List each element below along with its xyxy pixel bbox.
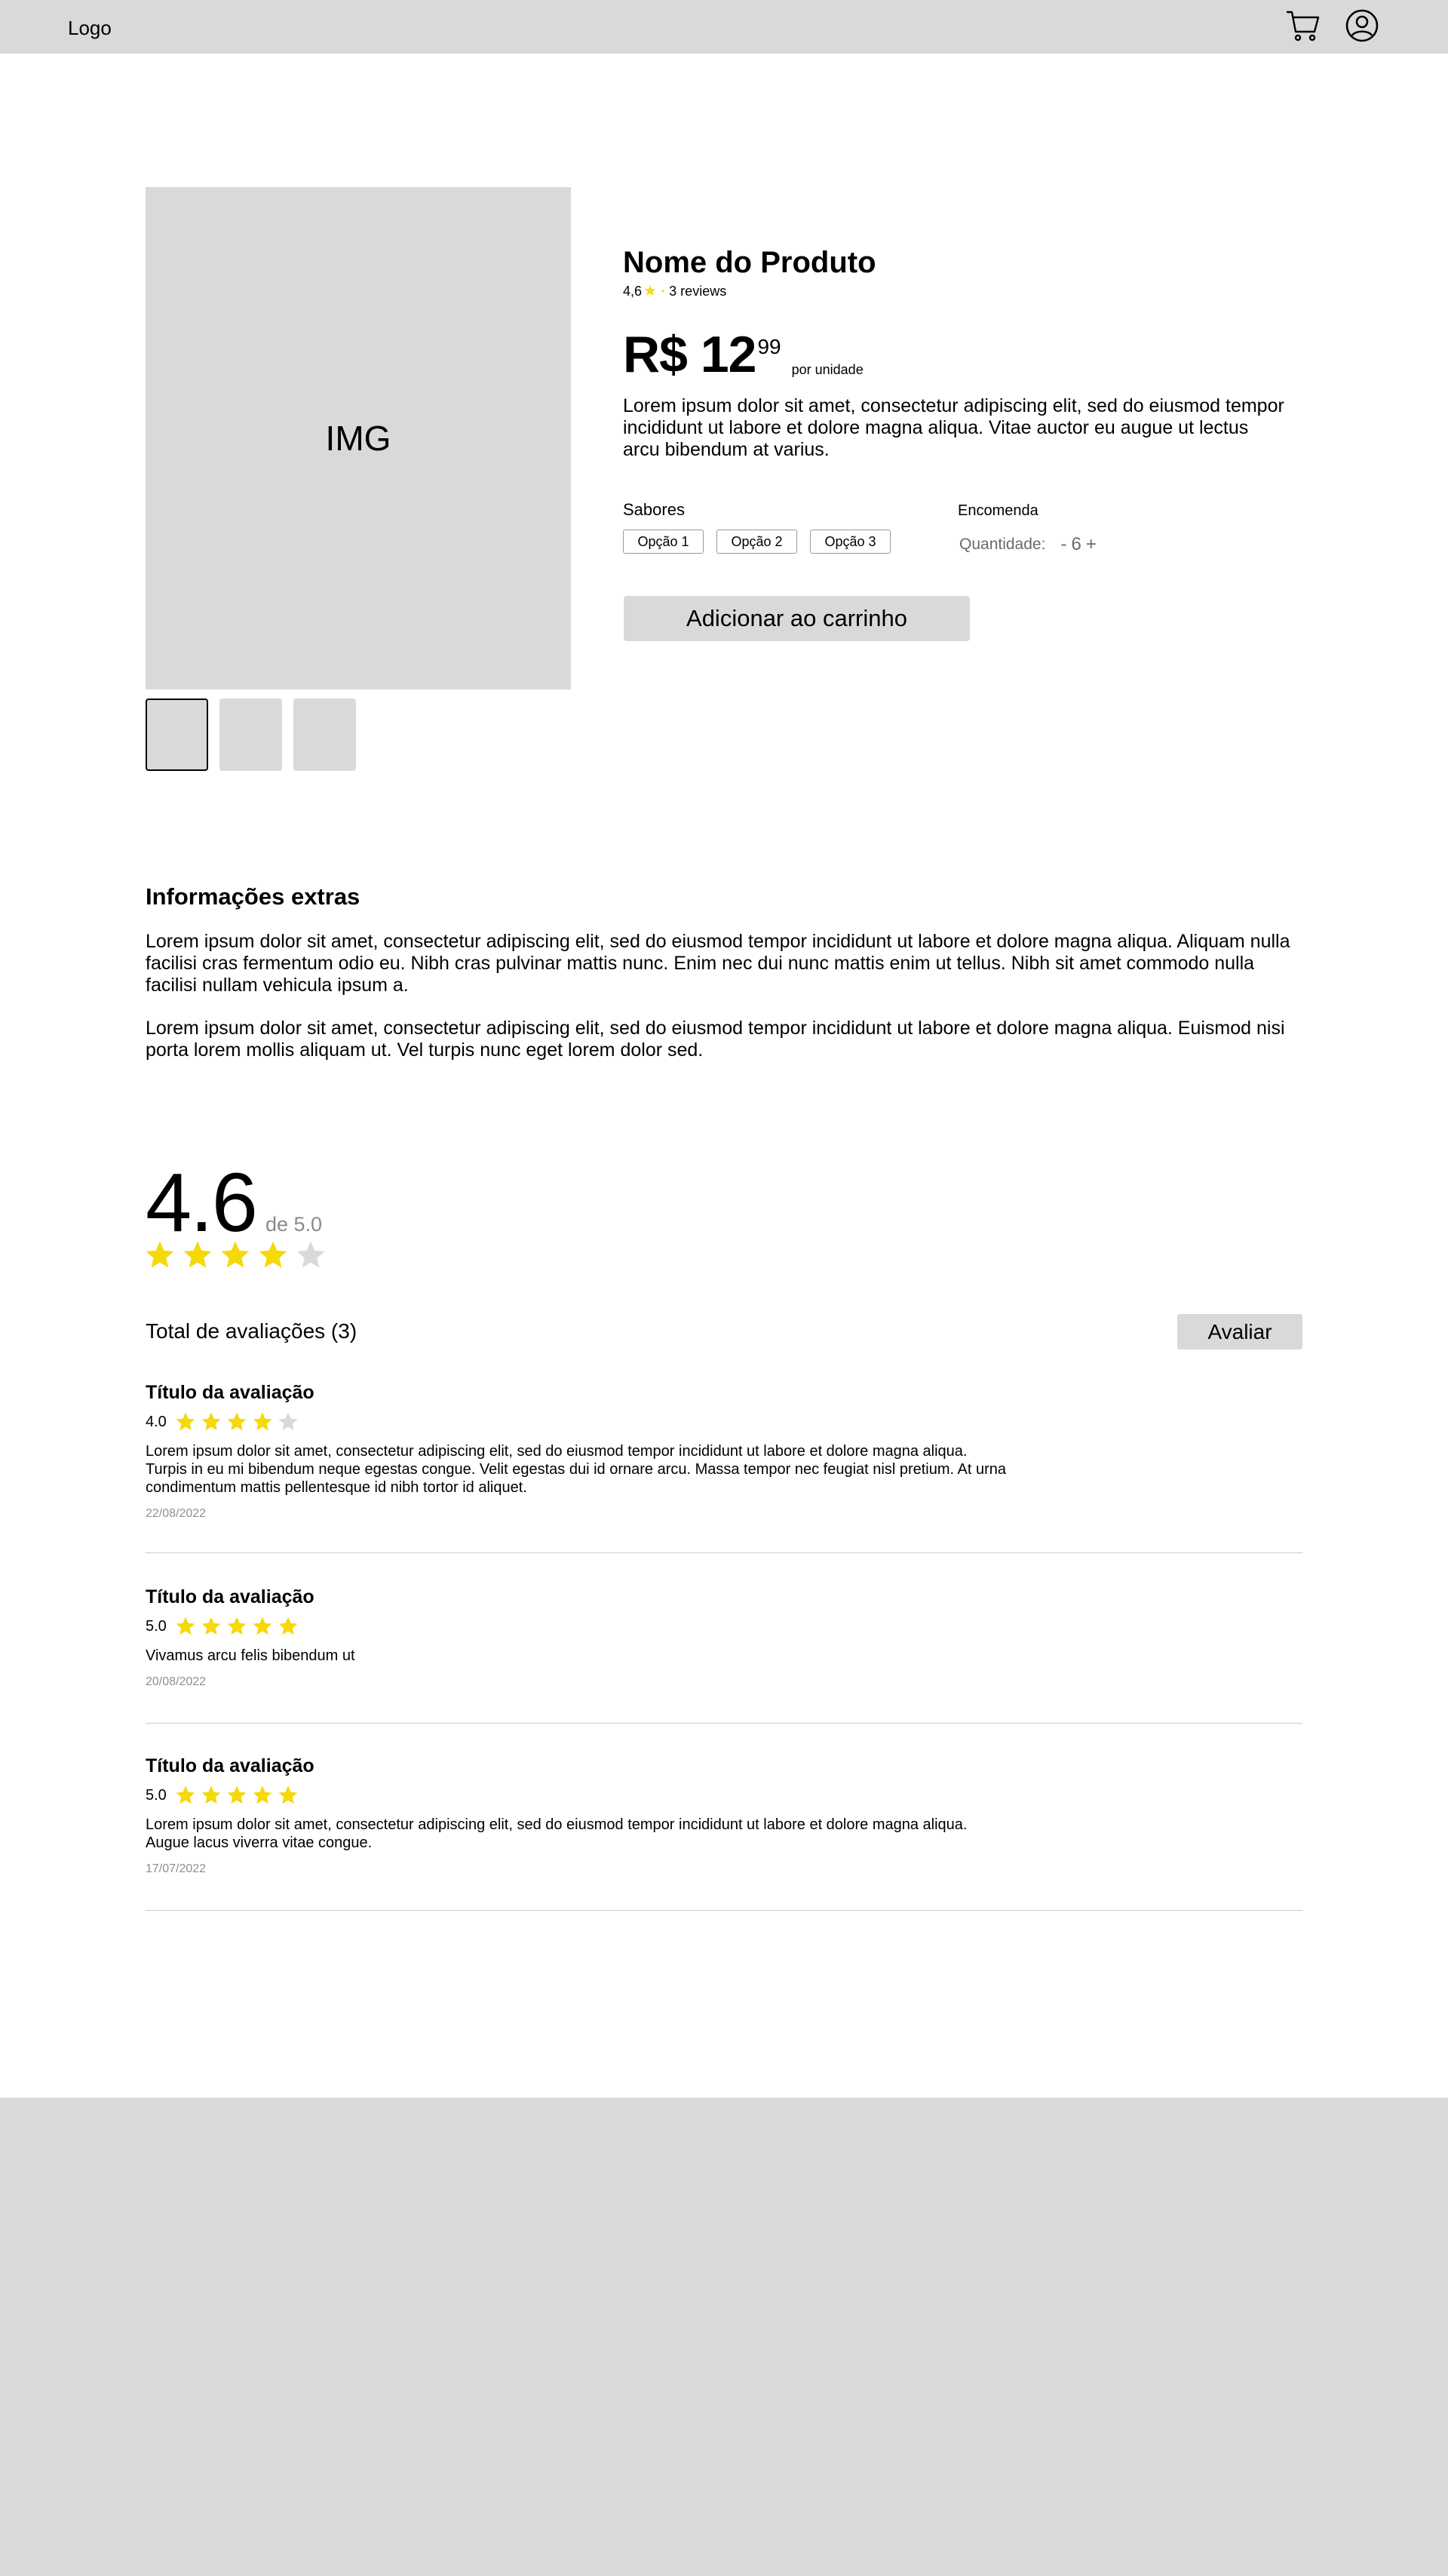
user-circle-icon[interactable] [1344,8,1380,44]
review-rating: 5.0 [146,1784,1302,1807]
star-filled-icon [183,1241,212,1268]
star-filled-icon [278,1617,298,1635]
star-filled-icon [201,1412,221,1431]
price-unit: por unidade [791,362,864,377]
review-text: Lorem ipsum dolor sit amet, consectetur … [146,1443,1007,1496]
product-thumbnail[interactable] [293,698,356,771]
shopping-cart-icon[interactable] [1285,8,1321,44]
review-stars [174,1411,302,1433]
review-item: Título da avaliação 4.0 Lorem ipsum dolo… [146,1380,1302,1522]
star-filled-icon [253,1785,272,1804]
star-filled-icon [253,1617,272,1635]
average-rating: 4.6 [146,1156,258,1249]
review-title: Título da avaliação [146,1755,314,1776]
review-date: 17/07/2022 [146,1862,207,1875]
separator-dot: • [661,286,665,296]
review-score: 4.0 [146,1414,167,1430]
product-rating-summary[interactable]: 4,6 ★ • 3 reviews [623,282,726,300]
product-rating-value: 4,6 [623,284,643,299]
quantity-value[interactable]: 6 [1071,534,1081,555]
quantity-label: Quantidade: [959,536,1046,553]
order-label: Encomenda [958,502,1038,519]
review-text: Vivamus arcu felis bibendum ut [146,1647,355,1664]
star-filled-icon [201,1617,221,1635]
product-title: Nome do Produto [623,246,876,279]
review-stars [174,1784,302,1807]
star-empty-icon [278,1412,298,1431]
average-rating-stars [143,1239,332,1272]
flavor-option-3[interactable]: Opção 3 [810,530,891,554]
quantity-stepper: Quantidade: - 6 + [959,534,1101,555]
price-cents: 99 [757,335,781,358]
star-filled-icon [227,1785,247,1804]
star-filled-icon [253,1412,272,1431]
extra-info-title: Informações extras [146,883,360,910]
star-empty-icon [296,1241,325,1268]
site-footer [0,2098,1448,2576]
image-placeholder-label: IMG [325,419,391,458]
extra-info-paragraph: Lorem ipsum dolor sit amet, consectetur … [146,931,1290,996]
review-date: 20/08/2022 [146,1675,207,1688]
extra-info-paragraph: Lorem ipsum dolor sit amet, consectetur … [146,1018,1285,1061]
review-stars [174,1615,302,1638]
star-filled-icon [278,1785,298,1804]
quantity-increase-button[interactable]: + [1086,534,1097,555]
review-text: Lorem ipsum dolor sit amet, consectetur … [146,1816,968,1851]
star-filled-icon [201,1785,221,1804]
total-reviews-label: Total de avaliações (3) [146,1319,357,1343]
rate-button[interactable]: Avaliar [1177,1314,1302,1349]
star-filled-icon [146,1241,174,1268]
product-description: Lorem ipsum dolor sit amet, consectetur … [623,395,1284,460]
review-rating: 5.0 [146,1615,1302,1638]
review-divider [146,1552,1302,1553]
price-main: R$ 12 [623,326,756,383]
review-title: Título da avaliação [146,1586,314,1607]
quantity-decrease-button[interactable]: - [1060,534,1066,555]
star-filled-icon [259,1241,287,1268]
review-item: Título da avaliação 5.0 Vivamus arcu fel… [146,1585,1302,1690]
logo[interactable]: Logo [68,15,112,41]
star-filled-icon [176,1412,195,1431]
review-rating: 4.0 [146,1411,1302,1433]
rating-scale: de 5.0 [265,1213,323,1236]
flavor-option-1[interactable]: Opção 1 [623,530,704,554]
product-thumbnail[interactable] [219,698,282,771]
star-filled-icon [176,1785,195,1804]
star-icon: ★ [643,283,657,299]
review-divider [146,1723,1302,1724]
star-filled-icon [221,1241,250,1268]
product-main-image: IMG [146,187,571,689]
product-review-count: 3 reviews [669,284,727,299]
star-filled-icon [227,1412,247,1431]
review-divider [146,1910,1302,1911]
review-date: 22/08/2022 [146,1507,207,1520]
flavor-option-2[interactable]: Opção 2 [716,530,797,554]
product-thumbnail[interactable] [146,698,208,771]
product-price: R$ 12 99 por unidade [623,324,864,385]
review-score: 5.0 [146,1787,167,1804]
review-item: Título da avaliação 5.0 Lorem ipsum dolo… [146,1754,1302,1878]
add-to-cart-button[interactable]: Adicionar ao carrinho [624,596,970,641]
flavors-label: Sabores [623,500,685,519]
star-filled-icon [176,1617,195,1635]
star-filled-icon [227,1617,247,1635]
review-title: Título da avaliação [146,1382,314,1403]
review-score: 5.0 [146,1618,167,1635]
site-header [0,0,1448,54]
